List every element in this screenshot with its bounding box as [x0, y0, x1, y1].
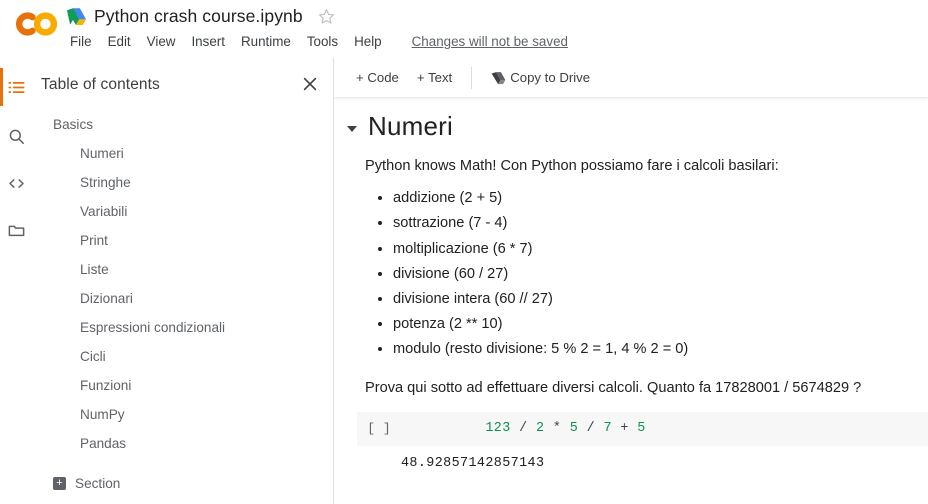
add-code-cell-button[interactable]: + Code — [347, 66, 408, 89]
toc-item-dizionari[interactable]: Dizionari — [33, 284, 333, 313]
drive-icon — [66, 7, 87, 26]
colab-logo[interactable] — [12, 9, 58, 39]
left-icon-rail — [0, 58, 34, 504]
list-item: divisione intera (60 // 27) — [393, 287, 928, 312]
toc-item-liste[interactable]: Liste — [33, 255, 333, 284]
section-heading-row: Numeri — [334, 97, 928, 142]
prompt-paragraph: Prova qui sotto ad effettuare diversi ca… — [365, 379, 862, 396]
notebook-toolbar: + Code + Text Copy to Drive — [334, 58, 928, 97]
toc-item-stringhe[interactable]: Stringhe — [33, 168, 333, 197]
notebook-body: Numeri Python knows Math! Con Python pos… — [334, 97, 928, 471]
collapse-caret-icon[interactable] — [347, 125, 357, 132]
list-item: addizione (2 + 5) — [393, 186, 928, 211]
add-section-label: Section — [75, 475, 121, 491]
code-token: / — [578, 421, 604, 437]
menu-file[interactable]: File — [66, 32, 100, 51]
code-token: 5 — [637, 421, 646, 437]
menu-tools[interactable]: Tools — [299, 32, 346, 51]
toc-item-espressioni-condizionali[interactable]: Espressioni condizionali — [33, 313, 333, 342]
menu-view[interactable]: View — [139, 32, 184, 51]
code-token: 7 — [603, 421, 612, 437]
toc-title: Table of contents — [41, 76, 160, 93]
toc-item-funzioni[interactable]: Funzioni — [33, 371, 333, 400]
code-token: * — [544, 421, 570, 437]
code-token: + — [611, 421, 638, 437]
toc-item-basics[interactable]: Basics — [33, 110, 333, 139]
notebook-area: + Code + Text Copy to Drive Numeri Pytho… — [334, 58, 928, 504]
toc-item-pandas[interactable]: Pandas — [33, 429, 333, 458]
cell-output: 48.92857142857143 — [401, 455, 545, 471]
close-icon[interactable] — [300, 74, 320, 94]
toc-item-variabili[interactable]: Variabili — [33, 197, 333, 226]
menu-help[interactable]: Help — [346, 32, 390, 51]
add-section-button[interactable]: + Section — [33, 466, 333, 500]
code-snippets-icon[interactable] — [0, 163, 33, 203]
toc-item-numeri[interactable]: Numeri — [33, 139, 333, 168]
menu-bar: File Edit View Insert Runtime Tools Help… — [66, 32, 568, 51]
save-status-link[interactable]: Changes will not be saved — [412, 34, 568, 49]
table-of-contents-panel: Table of contents Basics Numeri Stringhe… — [33, 58, 334, 504]
code-token: 5 — [569, 421, 579, 437]
code-editor-line[interactable]: 123 / 2 * 5 / 7 + 5 — [401, 406, 646, 451]
plus-box-icon: + — [53, 476, 66, 490]
star-outline-icon[interactable] — [310, 7, 336, 26]
list-item: modulo (resto divisione: 5 % 2 = 1, 4 % … — [393, 337, 928, 362]
copy-to-drive-label: Copy to Drive — [510, 70, 591, 85]
list-item: sottrazione (7 - 4) — [393, 211, 928, 236]
toolbar-divider — [471, 66, 473, 89]
files-folder-icon[interactable] — [0, 210, 33, 250]
list-item: moltiplicazione (6 * 7) — [393, 237, 928, 262]
toc-item-print[interactable]: Print — [33, 226, 333, 255]
table-of-contents-icon[interactable] — [0, 67, 33, 107]
colab-app: Python crash course.ipynb File Edit View… — [0, 0, 928, 504]
toc-item-cicli[interactable]: Cicli — [33, 342, 333, 371]
toc-item-numpy[interactable]: NumPy — [33, 400, 333, 429]
menu-edit[interactable]: Edit — [100, 32, 139, 51]
menu-runtime[interactable]: Runtime — [233, 32, 299, 51]
document-title-row: Python crash course.ipynb — [66, 3, 336, 29]
run-cell-button[interactable]: [ ] — [357, 421, 401, 436]
menu-insert[interactable]: Insert — [183, 32, 233, 51]
code-token: / — [510, 421, 536, 437]
page-title: Numeri — [368, 111, 453, 141]
add-text-cell-button[interactable]: + Text — [408, 66, 461, 89]
code-token: 123 — [485, 421, 511, 437]
toc-header: Table of contents — [33, 58, 333, 103]
drive-icon — [491, 71, 506, 85]
top-bar: Python crash course.ipynb File Edit View… — [0, 0, 928, 58]
list-item: potenza (2 ** 10) — [393, 312, 928, 337]
document-title[interactable]: Python crash course.ipynb — [94, 6, 303, 27]
copy-to-drive-button[interactable]: Copy to Drive — [482, 66, 599, 89]
search-icon[interactable] — [0, 116, 33, 156]
list-item: divisione (60 / 27) — [393, 262, 928, 287]
toc-list: Basics Numeri Stringhe Variabili Print L… — [33, 110, 333, 500]
intro-paragraph: Python knows Math! Con Python possiamo f… — [365, 158, 779, 174]
operations-list: addizione (2 + 5) sottrazione (7 - 4) mo… — [334, 186, 928, 362]
code-cell[interactable]: [ ] 123 / 2 * 5 / 7 + 5 — [357, 411, 928, 446]
